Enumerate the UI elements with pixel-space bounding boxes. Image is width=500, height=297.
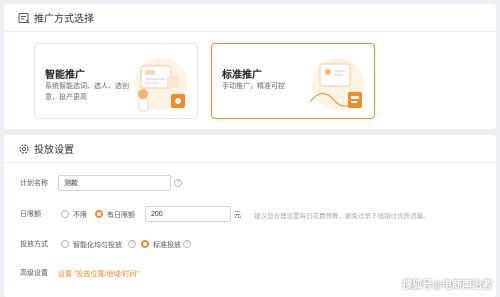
standard-promotion-desc: 手动推广，精准可控 — [222, 83, 285, 90]
daily-budget-input[interactable]: 200 — [145, 206, 231, 222]
smart-promotion-illustration — [135, 58, 187, 112]
smart-delivery-help-icon[interactable]: ? — [128, 240, 136, 248]
budget-hint: 建议您合理设置每日花费预算，避免过早下线错过优质流量。 — [254, 213, 430, 220]
delivery-method-label: 投放方式 — [20, 241, 48, 248]
delivery-method-row: 投放方式 智能化均匀投放 ? 标准投放 ? — [4, 236, 496, 252]
gear-icon — [18, 143, 30, 155]
promo-section-header: 推广方式选择 — [4, 4, 496, 32]
standard-delivery-label: 标准投放 — [153, 242, 181, 249]
promo-section-title: 推广方式选择 — [34, 14, 94, 25]
budget-limited-label: 有日限额 — [107, 212, 135, 219]
smart-promotion-title: 智能推广 — [45, 70, 85, 81]
smart-promotion-desc: 系统智能选词、选人、选创 意，投产更高 — [45, 81, 129, 103]
budget-limited-radio[interactable] — [95, 210, 103, 218]
delivery-section-header: 投放设置 — [4, 135, 496, 163]
plan-name-row: 计划名称 测款 ? — [4, 175, 496, 191]
plan-name-label: 计划名称 — [20, 180, 48, 187]
daily-budget-label: 日限额 — [20, 211, 41, 218]
standard-delivery-help-icon[interactable]: ? — [183, 240, 191, 248]
budget-unlimited-label: 不限 — [73, 212, 87, 219]
plan-name-input[interactable]: 测款 — [58, 175, 171, 191]
promo-method-card: 推广方式选择 智能推广 系统智能选词、选人、选创 意，投产更高 标准推广 手动推… — [4, 4, 496, 129]
smart-delivery-radio[interactable] — [61, 240, 69, 248]
budget-unlimited-radio[interactable] — [61, 210, 69, 218]
advanced-settings-label: 高级设置 — [20, 270, 48, 277]
smart-promotion-desc-line1: 系统智能选词、选人、选创 — [45, 83, 129, 90]
standard-delivery-radio[interactable] — [141, 240, 149, 248]
standard-promotion-title: 标准推广 — [222, 70, 262, 81]
advanced-settings-link[interactable]: 设置 "投放位置/地域/时间" — [58, 269, 139, 279]
budget-unit: 元 — [234, 212, 241, 219]
smart-promotion-desc-line2: 意，投产更高 — [45, 94, 87, 101]
watermark: 搜狐号@电商南治者 — [402, 280, 492, 291]
smart-promotion-option[interactable]: 智能推广 系统智能选词、选人、选创 意，投产更高 — [34, 43, 198, 119]
daily-budget-row: 日限额 不限 有日限额 200 元 建议您合理设置每日花费预算，避免过早下线错过… — [4, 206, 496, 222]
delivery-settings-card: 投放设置 计划名称 测款 ? 日限额 不限 有日限额 200 元 建议您合理设置… — [4, 135, 496, 297]
standard-promotion-illustration — [309, 58, 364, 110]
smart-delivery-label: 智能化均匀投放 — [73, 242, 122, 249]
plan-name-help-icon[interactable]: ? — [174, 179, 182, 187]
delivery-section-title: 投放设置 — [34, 145, 74, 156]
promotion-icon — [18, 12, 30, 24]
standard-promotion-option[interactable]: 标准推广 手动推广，精准可控 — [211, 43, 375, 119]
